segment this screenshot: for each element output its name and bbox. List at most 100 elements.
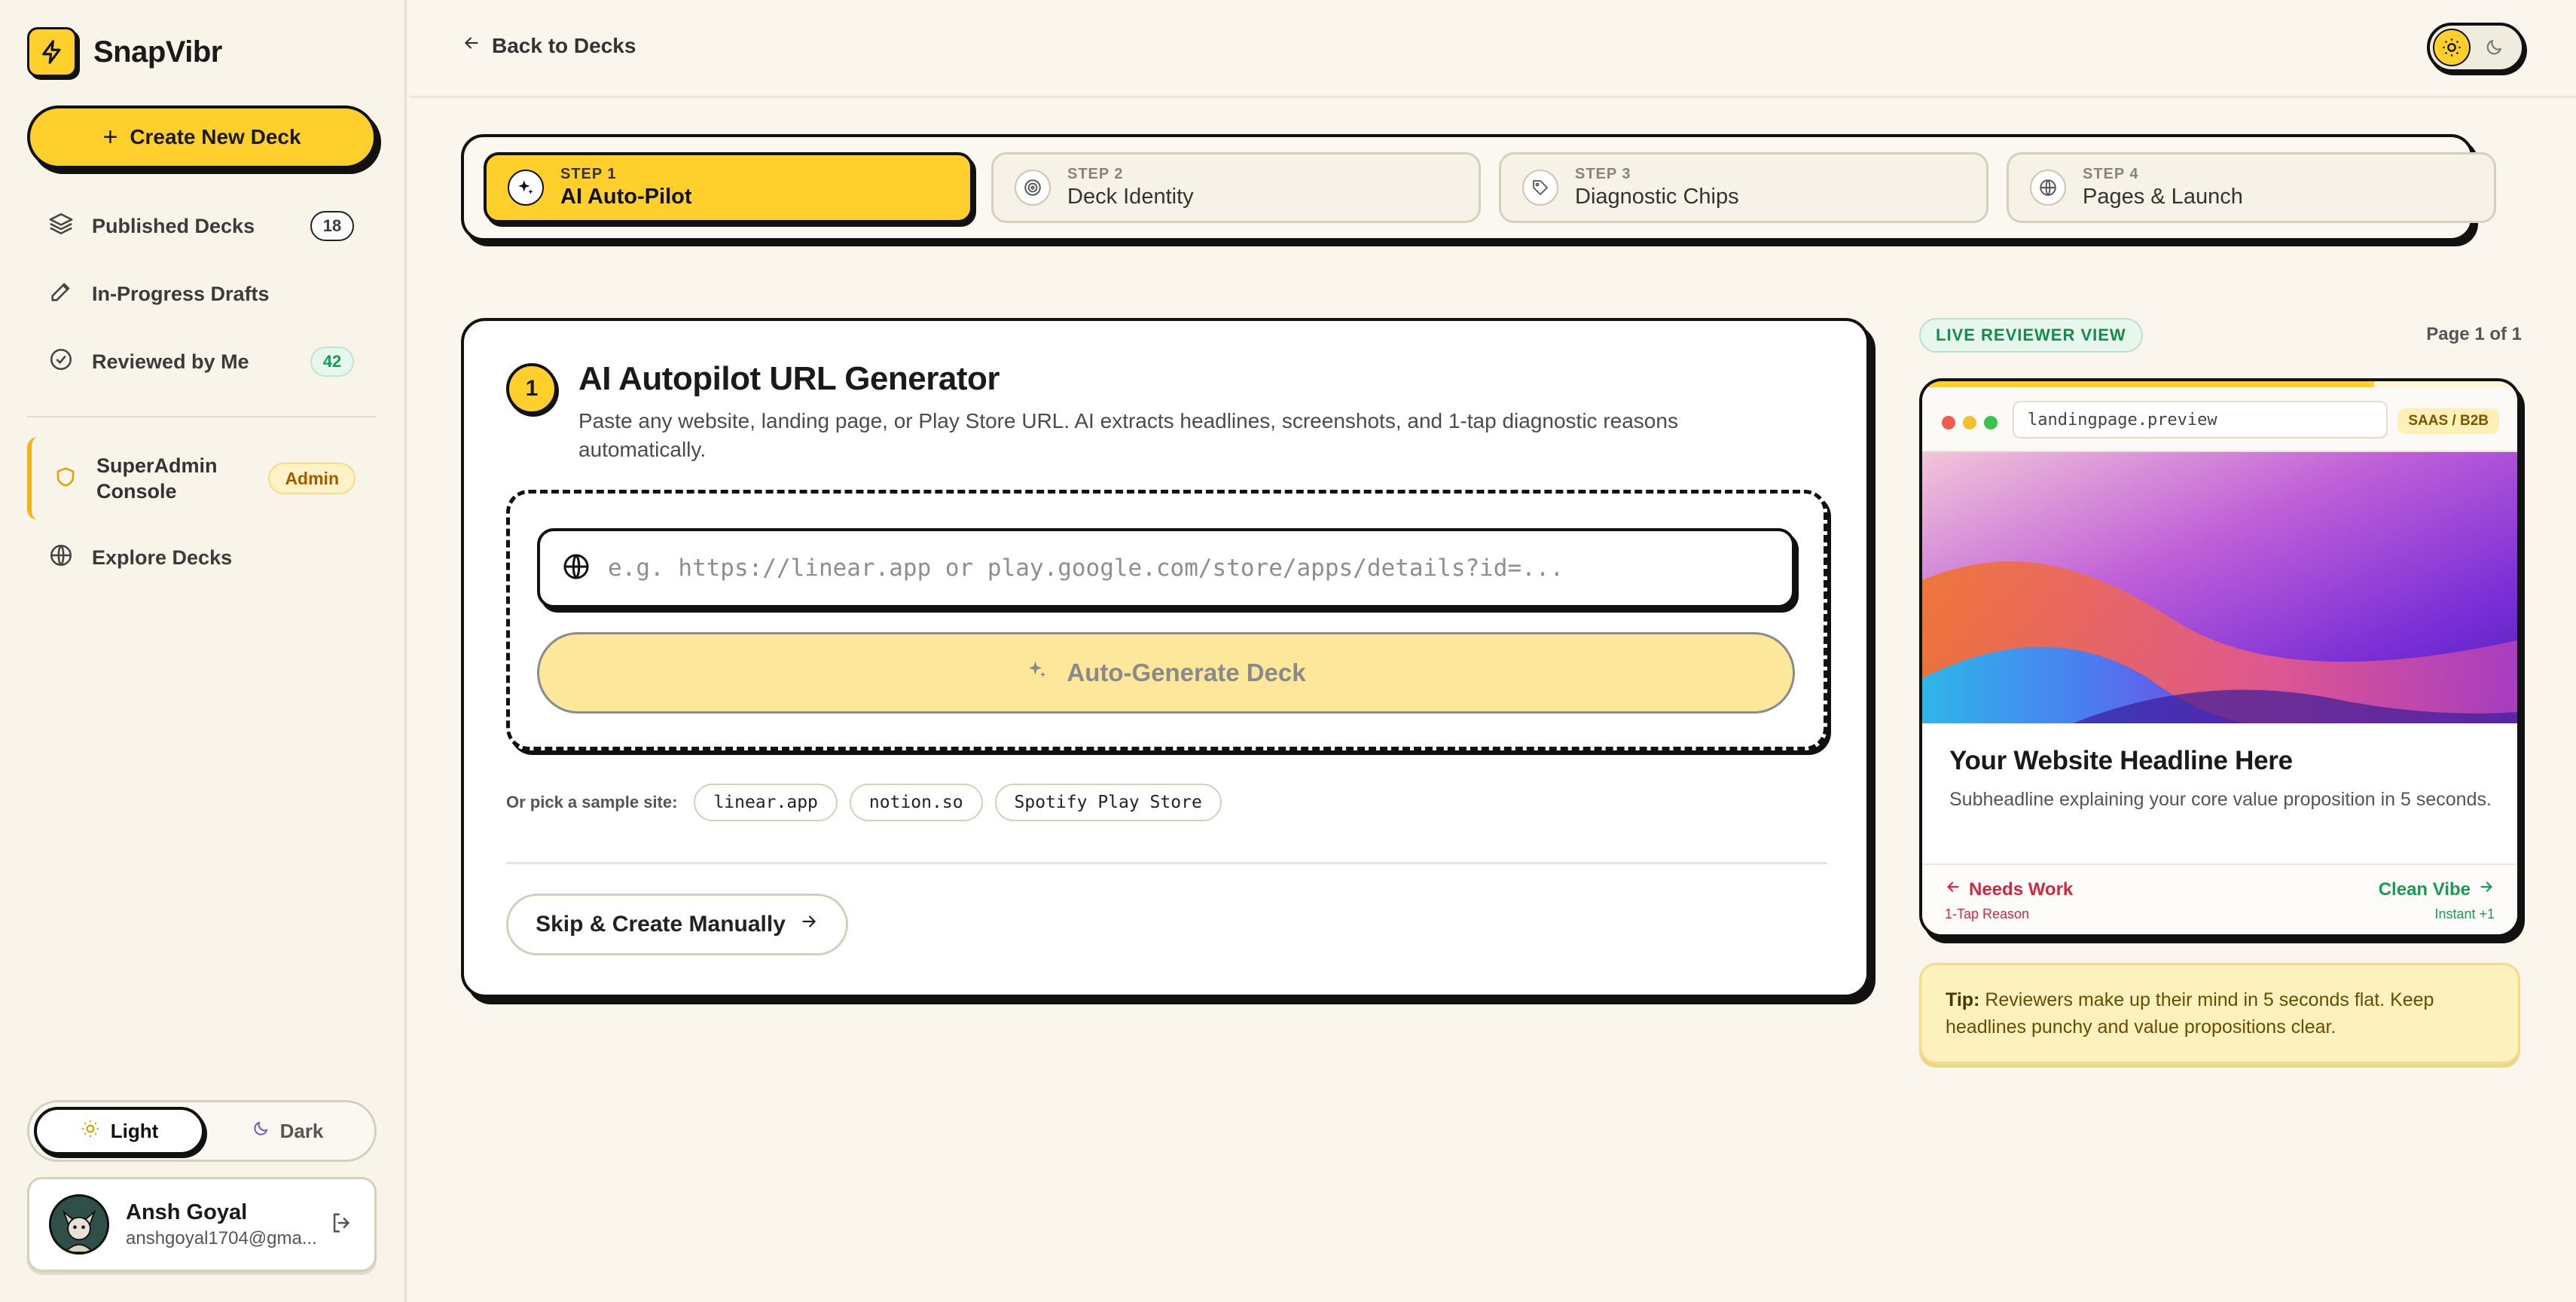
step-title: Pages & Launch (2083, 185, 2243, 209)
create-new-deck-label: Create New Deck (130, 125, 301, 148)
clean-vibe-vote[interactable]: Clean Vibe Instant +1 (2379, 879, 2495, 922)
window-minimize-dot (1963, 416, 1976, 429)
top-bar: Back to Decks (409, 0, 2576, 98)
check-circle-icon (48, 347, 74, 377)
tag-icon (1522, 170, 1558, 206)
globe-icon (2030, 170, 2066, 206)
sample-chip[interactable]: linear.app (694, 784, 838, 821)
globe-icon (48, 542, 74, 573)
sample-sites: Or pick a sample site: linear.app notion… (506, 784, 1222, 821)
url-generator-card: 1 AI Autopilot URL Generator Paste any w… (461, 318, 1869, 998)
needs-work-label: Needs Work (1969, 879, 2074, 900)
preview-headline: Your Website Headline Here (1949, 746, 2293, 775)
clean-vibe-label: Clean Vibe (2378, 879, 2471, 900)
sidebar-item-label: Published Decks (92, 214, 255, 237)
step-deck-identity[interactable]: STEP 2 Deck Identity (991, 152, 1481, 223)
browser-chrome: landingpage.preview SAAS / B2B (1922, 387, 2517, 452)
sidebar-item-published-decks[interactable]: Published Decks 18 (27, 197, 377, 255)
step-title: Deck Identity (1067, 185, 1194, 209)
needs-work-vote[interactable]: Needs Work 1-Tap Reason (1945, 879, 2073, 922)
shield-icon (54, 466, 77, 492)
target-icon (1015, 170, 1051, 206)
create-new-deck-button[interactable]: + Create New Deck (27, 105, 377, 169)
step-number: STEP 3 (1575, 166, 1631, 182)
theme-dark-label: Dark (279, 1119, 324, 1142)
window-close-dot (1942, 416, 1955, 429)
sidebar-item-label: Explore Decks (92, 546, 233, 569)
back-to-decks-link[interactable]: Back to Decks (462, 33, 636, 58)
card-title: AI Autopilot URL Generator (578, 360, 1000, 397)
sidebar-item-explore[interactable]: Explore Decks (27, 529, 377, 586)
preview-vote-bar: Needs Work 1-Tap Reason Clean Vibe Insta… (1922, 863, 2517, 934)
address-bar: landingpage.preview (2013, 401, 2388, 439)
sun-icon (2433, 29, 2471, 66)
step-ai-auto-pilot[interactable]: STEP 1 AI Auto-Pilot (484, 152, 973, 223)
logout-icon[interactable] (329, 1210, 355, 1239)
step-number-badge: 1 (506, 363, 557, 414)
theme-dark-option[interactable]: Dark (205, 1107, 370, 1155)
sun-icon (81, 1119, 100, 1144)
mode-switch[interactable] (2427, 23, 2525, 72)
brand-name: SnapVibr (93, 35, 222, 69)
skip-create-manually-button[interactable]: Skip & Create Manually (506, 894, 848, 955)
back-label: Back to Decks (492, 33, 636, 57)
user-email: anshgoyal1704@gma... (126, 1227, 317, 1249)
url-input[interactable] (608, 555, 1792, 582)
globe-icon (561, 552, 591, 585)
hero-image (1922, 452, 2517, 723)
url-drop-zone: Auto-Generate Deck (506, 490, 1827, 750)
samples-label: Or pick a sample site: (506, 793, 678, 811)
moon-icon (252, 1120, 270, 1143)
plus-icon: + (102, 123, 118, 151)
tip-prefix: Tip: (1946, 989, 1980, 1010)
sidebar-item-label: SuperAdmin Console (96, 454, 218, 503)
user-info: Ansh Goyal anshgoyal1704@gma... (126, 1200, 317, 1249)
step-diagnostic-chips[interactable]: STEP 3 Diagnostic Chips (1499, 152, 1988, 223)
step-pages-launch[interactable]: STEP 4 Pages & Launch (2007, 152, 2496, 223)
live-reviewer-badge: LIVE REVIEWER VIEW (1919, 318, 2143, 353)
step-title: AI Auto-Pilot (560, 185, 692, 209)
arrow-right-icon (2478, 879, 2495, 900)
theme-light-label: Light (110, 1119, 159, 1142)
url-input-wrapper (537, 528, 1795, 608)
theme-toggle: Light Dark (27, 1100, 377, 1162)
sidebar-item-label: In-Progress Drafts (92, 282, 270, 305)
step-number: STEP 4 (2083, 166, 2139, 182)
sample-chip[interactable]: notion.so (849, 784, 983, 821)
sidebar-item-superadmin[interactable]: SuperAdmin Console Admin (27, 437, 377, 520)
sample-chip[interactable]: Spotify Play Store (994, 784, 1222, 821)
auto-generate-label: Auto-Generate Deck (1067, 659, 1306, 686)
clean-vibe-sub: Instant +1 (2434, 906, 2495, 921)
sidebar: SnapVibr + Create New Deck Published Dec… (0, 0, 407, 1302)
reviewer-preview-card: landingpage.preview SAAS / B2B Your Webs… (1919, 378, 2520, 937)
sparkles-icon (508, 170, 544, 206)
category-tag: SAAS / B2B (2397, 408, 2499, 434)
avatar[interactable] (49, 1194, 109, 1255)
sidebar-item-label: Reviewed by Me (92, 350, 249, 373)
step-title: Diagnostic Chips (1575, 185, 1739, 209)
sidebar-divider (27, 416, 377, 417)
skip-label: Skip & Create Manually (536, 912, 786, 937)
pencil-icon (48, 279, 74, 310)
arrow-right-icon (799, 912, 819, 937)
lightning-icon (27, 27, 77, 77)
admin-badge: Admin (268, 463, 356, 494)
window-maximize-dot (1984, 416, 1998, 429)
auto-generate-button[interactable]: Auto-Generate Deck (537, 632, 1795, 714)
arrow-left-icon (462, 33, 481, 58)
sidebar-item-drafts[interactable]: In-Progress Drafts (27, 265, 377, 322)
preview-subheadline: Subheadline explaining your core value p… (1949, 789, 2492, 810)
needs-work-sub: 1-Tap Reason (1945, 906, 2030, 921)
reviewed-count-badge: 42 (310, 347, 354, 377)
brand[interactable]: SnapVibr (27, 27, 222, 77)
sidebar-item-reviewed[interactable]: Reviewed by Me 42 (27, 333, 377, 390)
published-count-badge: 18 (310, 211, 354, 241)
sparkles-icon (1026, 659, 1048, 687)
page-indicator: Page 1 of 1 (2426, 324, 2522, 344)
step-number: STEP 2 (1067, 166, 1124, 182)
card-divider (506, 862, 1827, 864)
theme-light-option[interactable]: Light (34, 1107, 205, 1155)
preview-progress-bar (1922, 381, 2517, 387)
arrow-left-icon (1945, 879, 1961, 900)
stepper: STEP 1 AI Auto-Pilot STEP 2 Deck Identit… (461, 134, 2496, 241)
